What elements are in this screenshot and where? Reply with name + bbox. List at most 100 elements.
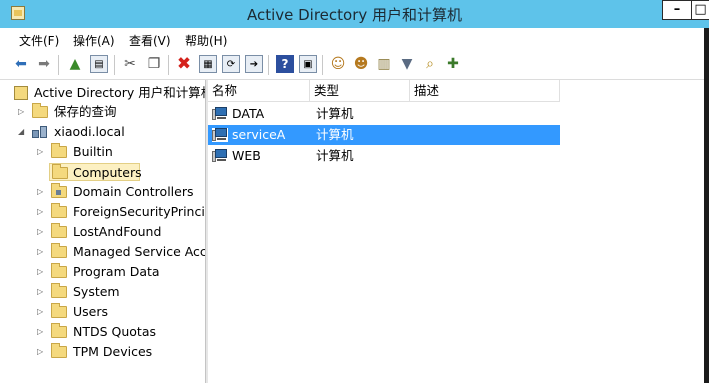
ad-root-icon bbox=[14, 86, 28, 100]
tree-item-label: xiaodi.local bbox=[54, 124, 125, 139]
list-row-web[interactable]: WEB 计算机 bbox=[208, 146, 560, 166]
menu-action[interactable]: 操作(A) bbox=[73, 32, 115, 49]
computer-icon bbox=[212, 149, 228, 163]
tree-item-label: Users bbox=[73, 304, 109, 319]
add-to-group-icon[interactable]: ✚ bbox=[444, 55, 462, 73]
folder-icon bbox=[51, 203, 67, 218]
new-ou-icon[interactable]: ▥ bbox=[375, 55, 393, 73]
tree-item-builtin[interactable]: ▷ Builtin bbox=[37, 143, 204, 161]
console-tree[interactable]: Active Directory 用户和计算机 ▷ 保存的查询 ◢ xiaodi… bbox=[0, 80, 205, 383]
menu-bar: 文件(F) 操作(A) 查看(V) 帮助(H) bbox=[0, 28, 704, 50]
expand-icon[interactable]: ▷ bbox=[37, 223, 46, 241]
row-type: 计算机 bbox=[316, 148, 354, 163]
expand-icon[interactable]: ▷ bbox=[37, 203, 46, 221]
tree-item-program-data[interactable]: ▷ Program Data bbox=[37, 263, 204, 281]
back-arrow-icon[interactable]: ⬅ bbox=[12, 55, 30, 73]
properties-icon[interactable]: ▦ bbox=[199, 55, 217, 73]
computer-icon bbox=[212, 128, 228, 142]
refresh-icon[interactable]: ⟳ bbox=[222, 55, 240, 73]
folder-icon bbox=[51, 263, 67, 278]
column-header-type[interactable]: 类型 bbox=[310, 80, 410, 102]
tree-item-users[interactable]: ▷ Users bbox=[37, 303, 204, 321]
toolbar-separator bbox=[322, 55, 323, 75]
ou-folder-icon bbox=[51, 183, 67, 198]
expand-icon[interactable]: ▷ bbox=[37, 263, 46, 281]
window-edge bbox=[704, 28, 709, 383]
expand-icon[interactable]: ▷ bbox=[37, 283, 46, 301]
window-title: Active Directory 用户和计算机 bbox=[246, 6, 463, 24]
row-name: DATA bbox=[232, 106, 265, 121]
delete-icon[interactable]: ✖ bbox=[175, 55, 193, 73]
row-name: serviceA bbox=[232, 127, 286, 142]
column-header-name[interactable]: 名称 bbox=[208, 80, 310, 102]
tree-root[interactable]: Active Directory 用户和计算机 bbox=[14, 84, 205, 102]
tree-item-label: Builtin bbox=[73, 144, 113, 159]
tree-item-label: Domain Controllers bbox=[73, 184, 194, 199]
folder-icon bbox=[32, 103, 48, 118]
up-folder-icon[interactable]: ▲ bbox=[66, 55, 84, 73]
tree-item-label: TPM Devices bbox=[73, 344, 153, 359]
title-bar: Active Directory 用户和计算机 – □ bbox=[0, 0, 709, 28]
expand-icon[interactable]: ▷ bbox=[37, 243, 46, 261]
tree-item-domain[interactable]: ◢ xiaodi.local bbox=[18, 123, 204, 141]
tree-item-domain-controllers[interactable]: ▷ Domain Controllers bbox=[37, 183, 204, 201]
cut-icon[interactable]: ✂ bbox=[121, 55, 139, 73]
column-header-description[interactable]: 描述 bbox=[410, 80, 560, 102]
folder-icon bbox=[51, 143, 67, 158]
export-list-icon[interactable]: ➔ bbox=[245, 55, 263, 73]
tree-item-managed-service-accounts[interactable]: ▷ Managed Service Accc bbox=[37, 243, 205, 261]
tree-item-label: ForeignSecurityPrincipa bbox=[73, 204, 205, 219]
expand-icon[interactable]: ▷ bbox=[37, 323, 46, 341]
menu-view[interactable]: 查看(V) bbox=[129, 32, 171, 49]
show-console-tree-icon[interactable]: ▤ bbox=[90, 55, 108, 73]
list-row-data[interactable]: DATA 计算机 bbox=[208, 104, 560, 124]
help-icon[interactable]: ? bbox=[276, 55, 294, 73]
show-action-pane-icon[interactable]: ▣ bbox=[299, 55, 317, 73]
row-type: 计算机 bbox=[316, 106, 354, 121]
tree-item-label: Managed Service Accc bbox=[73, 244, 205, 259]
tree-item-computers[interactable]: Computers bbox=[49, 163, 142, 181]
tree-item-foreign-security-principals[interactable]: ▷ ForeignSecurityPrincipa bbox=[37, 203, 205, 221]
folder-icon bbox=[51, 243, 67, 258]
tree-item-label: LostAndFound bbox=[73, 224, 162, 239]
toolbar-separator bbox=[168, 55, 169, 75]
forward-arrow-icon[interactable]: ➡ bbox=[35, 55, 53, 73]
collapse-icon[interactable]: ◢ bbox=[18, 123, 27, 141]
row-type: 计算机 bbox=[316, 127, 354, 142]
folder-icon bbox=[51, 283, 67, 298]
tree-item-label: System bbox=[73, 284, 120, 299]
minimize-button[interactable]: – bbox=[662, 0, 692, 20]
expand-icon[interactable]: ▷ bbox=[37, 343, 46, 361]
results-list[interactable]: 名称 类型 描述 DATA 计算机 serviceA 计算机 WEB 计算机 bbox=[208, 80, 704, 383]
expand-icon[interactable]: ▷ bbox=[37, 143, 46, 161]
menu-file[interactable]: 文件(F) bbox=[19, 32, 59, 49]
computer-icon bbox=[212, 107, 228, 121]
copy-icon[interactable]: ❐ bbox=[145, 55, 163, 73]
tree-item-system[interactable]: ▷ System bbox=[37, 283, 204, 301]
expand-icon[interactable]: ▷ bbox=[37, 183, 46, 201]
folder-icon bbox=[51, 303, 67, 318]
list-row-servicea[interactable]: serviceA 计算机 bbox=[208, 125, 560, 145]
domain-icon bbox=[32, 125, 48, 139]
tree-item-saved-queries[interactable]: ▷ 保存的查询 bbox=[18, 103, 204, 121]
expand-icon[interactable]: ▷ bbox=[37, 303, 46, 321]
find-icon[interactable]: ⌕ bbox=[421, 55, 439, 73]
toolbar-separator bbox=[114, 55, 115, 75]
folder-icon bbox=[51, 343, 67, 358]
tree-item-label: Computers bbox=[73, 165, 142, 180]
tree-item-label: 保存的查询 bbox=[54, 104, 117, 119]
new-group-icon[interactable]: ☻ bbox=[352, 55, 370, 73]
tree-item-label: Program Data bbox=[73, 264, 160, 279]
row-name: WEB bbox=[232, 148, 261, 163]
tree-item-ntds-quotas[interactable]: ▷ NTDS Quotas bbox=[37, 323, 204, 341]
menu-help[interactable]: 帮助(H) bbox=[185, 32, 227, 49]
new-user-icon[interactable]: ☺ bbox=[329, 55, 347, 73]
tree-item-tpm-devices[interactable]: ▷ TPM Devices bbox=[37, 343, 204, 361]
filter-icon[interactable]: ▼ bbox=[398, 55, 416, 73]
maximize-button[interactable]: □ bbox=[691, 0, 709, 20]
folder-icon bbox=[51, 223, 67, 238]
toolbar: ⬅ ➡ ▲ ▤ ✂ ❐ ✖ ▦ ⟳ ➔ ? ▣ ☺ ☻ ▥ ▼ ⌕ ✚ bbox=[0, 50, 704, 80]
tree-item-lost-and-found[interactable]: ▷ LostAndFound bbox=[37, 223, 204, 241]
folder-icon bbox=[52, 164, 68, 179]
expand-icon[interactable]: ▷ bbox=[18, 103, 27, 121]
